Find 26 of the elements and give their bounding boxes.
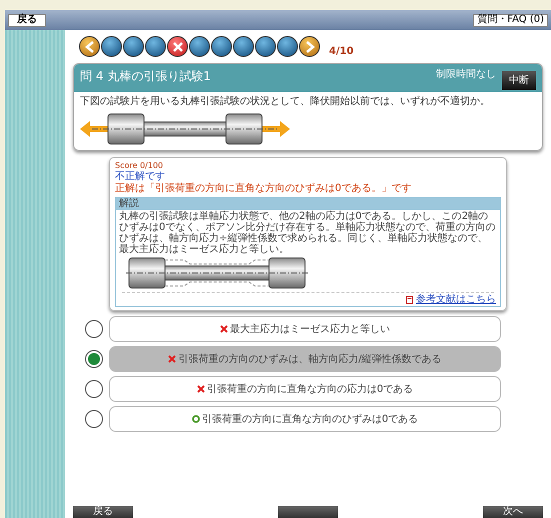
answer-option[interactable]: 最大主応力はミーゼス応力と等しい [109,316,501,342]
suspend-button[interactable]: 中断 [502,71,536,90]
document-icon [406,296,413,304]
next-button[interactable]: 次へ [483,506,543,518]
explanation-title: 解説 [116,198,500,210]
time-limit: 制限時間なし [436,68,496,82]
previous-button[interactable] [79,36,100,57]
answer-option[interactable]: 引張荷重の方向に直角な方向のひずみは0である [109,406,501,432]
reference-link[interactable]: 参考文献はこちら [416,294,496,305]
score-text: Score 0/100 [115,161,164,171]
answer-option[interactable]: 引張荷重の方向のひずみは、軸方向応力/縦弾性係数である [109,346,501,372]
correct-answer-text: 正解は「引張荷重の方向に直角な方向のひずみは0である。」です [115,183,412,195]
back-button[interactable]: 戻る [8,14,46,26]
question-text: 下図の試験片を用いる丸棒引張試験の状況として、降伏開始以前では、いずれが不適切か。 [80,96,491,108]
radio-button[interactable] [85,410,103,428]
explanation-text: 丸棒の引張試験は単軸応力状態で、他の2軸の応力は0である。しかし、この2軸のひずみは0でなく、ポアソン比分だけ存在する。単軸応力状態なので、荷重の方向のひずみは、軸方向応力÷縦弾性係数で求められる。同じく、単軸応力状態なので、最大主応力はミーゼス応力と等しい。 [118,210,496,256]
faq-button[interactable]: 質問・FAQ (0) [473,14,548,26]
progress-counter: 4/10 [329,47,354,57]
radio-button[interactable] [85,380,103,398]
question-title: 問 4 丸棒の引張り試験1 [80,68,211,85]
next-button[interactable] [299,36,320,57]
verdict-text: 不正解です [115,171,166,182]
answer-option[interactable]: 引張荷重の方向に直角な方向の応力は0である [109,376,501,402]
back-button[interactable]: 戻る [73,506,133,518]
radio-button[interactable] [85,320,103,338]
radio-button[interactable] [85,350,103,368]
